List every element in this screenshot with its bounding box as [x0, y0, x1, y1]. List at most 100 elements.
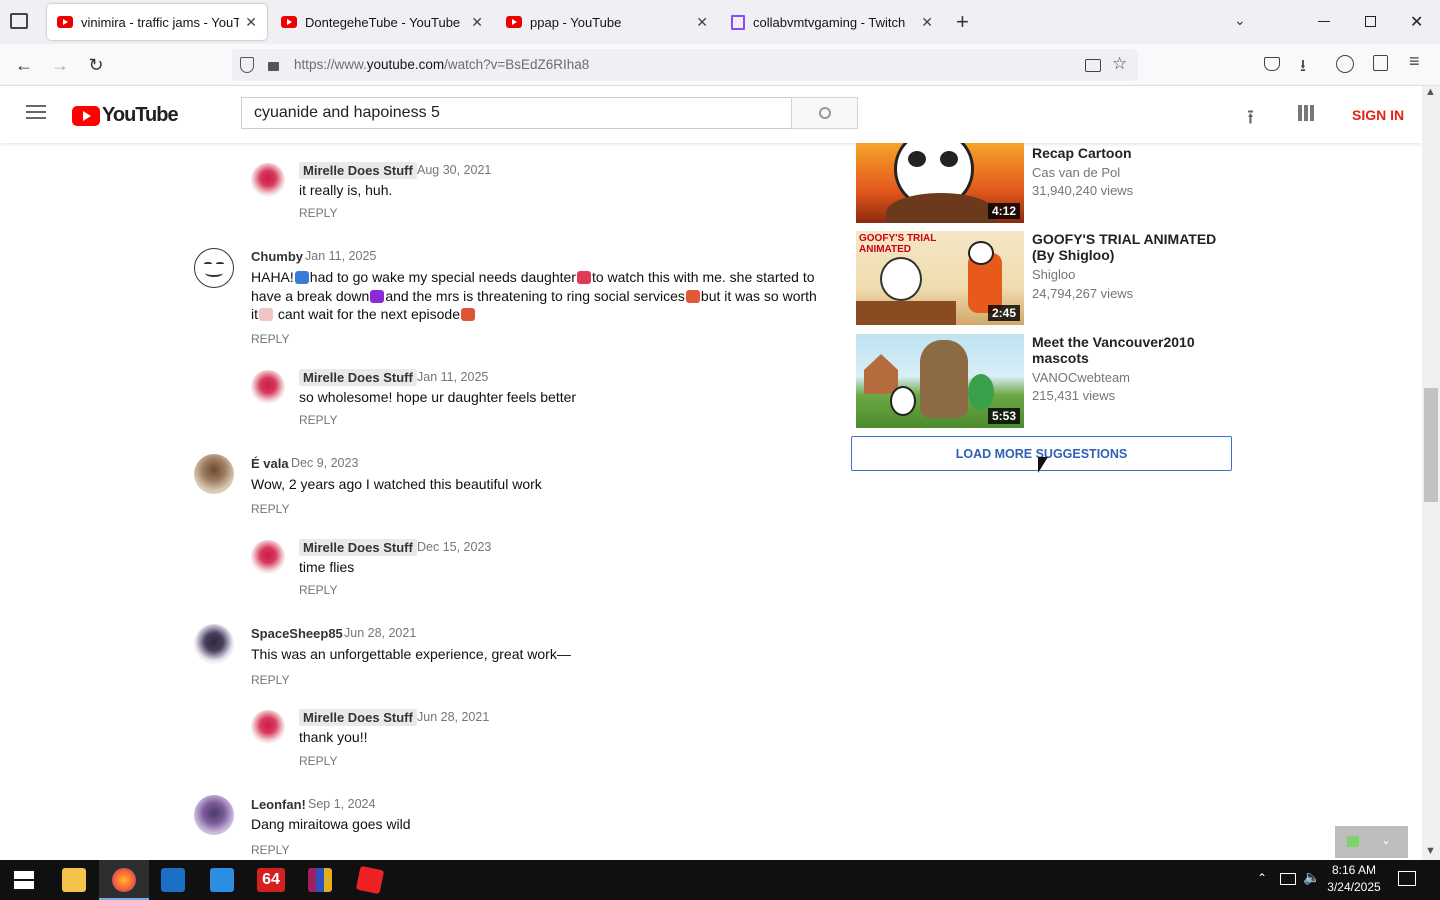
hamburger-menu-icon[interactable]: [26, 105, 46, 119]
chevron-down-icon[interactable]: ⌄: [1234, 12, 1246, 29]
reload-icon[interactable]: ↻: [83, 52, 109, 78]
comment-date[interactable]: Jun 28, 2021: [417, 710, 489, 724]
system-clock[interactable]: 8:16 AM 3/24/2025: [1326, 862, 1382, 896]
comment-author[interactable]: Mirelle Does Stuff: [299, 162, 417, 179]
navigation-bar: ← → ↻ https://www.youtube.com/watch?v=Bs…: [0, 44, 1440, 86]
download-icon[interactable]: ⭳: [1300, 53, 1306, 82]
waves-app-icon[interactable]: [210, 868, 234, 892]
comment-author[interactable]: SpaceSheep85: [251, 626, 343, 641]
notifications-icon[interactable]: [1398, 871, 1416, 886]
avatar[interactable]: [251, 710, 285, 744]
reply-button[interactable]: REPLY: [251, 843, 289, 857]
tab-twitch[interactable]: collabvmtvgaming - Twitch ✕: [721, 4, 943, 40]
tab-dontegehetube[interactable]: DontegeheTube - YouTube ✕: [271, 4, 493, 40]
picture-in-picture-icon[interactable]: [1085, 59, 1101, 72]
comment-date[interactable]: Jan 11, 2025: [417, 370, 488, 384]
reply-button[interactable]: REPLY: [251, 673, 289, 687]
search-input[interactable]: [241, 97, 792, 129]
tab-list-icon[interactable]: [10, 13, 28, 29]
comment-author[interactable]: Leonfan!: [251, 797, 306, 812]
channel-name[interactable]: Shigloo: [1032, 267, 1075, 282]
comment-date[interactable]: Aug 30, 2021: [417, 163, 491, 177]
winrar-icon[interactable]: [308, 868, 332, 892]
avatar[interactable]: [194, 624, 234, 664]
volume-icon[interactable]: 🔈: [1303, 869, 1320, 886]
avatar[interactable]: [251, 540, 285, 574]
close-tab-icon[interactable]: ✕: [921, 14, 933, 31]
lock-icon[interactable]: [268, 62, 279, 71]
minimize-icon[interactable]: [1318, 21, 1330, 22]
shield-icon[interactable]: [240, 57, 254, 73]
roblox-icon[interactable]: [355, 865, 385, 895]
file-explorer-icon[interactable]: [62, 868, 86, 892]
new-tab-icon[interactable]: +: [956, 9, 969, 35]
video-title[interactable]: Recap Cartoon: [1032, 145, 1232, 161]
search-button[interactable]: [791, 97, 858, 129]
network-icon[interactable]: [1280, 873, 1296, 885]
comment-text: This was an unforgettable experience, gr…: [251, 646, 571, 662]
comment-date[interactable]: Jan 11, 2025: [305, 249, 376, 263]
pocket-icon[interactable]: [1264, 57, 1280, 71]
sign-in-button[interactable]: SIGN IN: [1352, 107, 1404, 123]
comment-author[interactable]: Mirelle Does Stuff: [299, 709, 417, 726]
forward-icon[interactable]: →: [47, 52, 73, 78]
video-thumbnail[interactable]: 4:12: [856, 143, 1024, 223]
comment-author[interactable]: Mirelle Does Stuff: [299, 539, 417, 556]
menu-icon[interactable]: ≡: [1409, 51, 1420, 72]
close-tab-icon[interactable]: ✕: [696, 14, 708, 31]
reply-button[interactable]: REPLY: [299, 754, 337, 768]
emoji-icon: [294, 271, 309, 284]
video-title[interactable]: Meet the Vancouver2010 mascots: [1032, 334, 1232, 366]
reply-button[interactable]: REPLY: [251, 502, 289, 516]
video-thumbnail[interactable]: 5:53: [856, 334, 1024, 428]
avatar[interactable]: [251, 370, 285, 404]
comment-author[interactable]: Chumby: [251, 249, 303, 264]
comment-author[interactable]: É vala: [251, 456, 289, 471]
avatar[interactable]: [251, 163, 285, 197]
reply-button[interactable]: REPLY: [299, 206, 337, 220]
app-64-icon[interactable]: 64: [257, 868, 285, 892]
tray-chevron-up-icon[interactable]: ⌃: [1257, 871, 1267, 885]
outlook-icon[interactable]: [161, 868, 185, 892]
floating-widget[interactable]: ⌄: [1335, 826, 1408, 858]
reply-button[interactable]: REPLY: [299, 413, 337, 427]
scroll-down-icon[interactable]: ▼: [1425, 845, 1436, 857]
video-title[interactable]: GOOFY'S TRIAL ANIMATED (By Shigloo): [1032, 231, 1232, 263]
apps-grid-icon[interactable]: [1298, 105, 1314, 121]
bookmark-star-icon[interactable]: ☆: [1112, 54, 1127, 74]
start-icon[interactable]: [14, 871, 34, 889]
clock-date: 3/24/2025: [1327, 880, 1381, 894]
extensions-icon[interactable]: [1373, 55, 1388, 71]
comment-text: time flies: [299, 559, 355, 575]
avatar[interactable]: [194, 454, 234, 494]
channel-name[interactable]: VANOCwebteam: [1032, 370, 1130, 385]
tab-title: DontegeheTube - YouTube: [305, 14, 461, 30]
video-thumbnail[interactable]: GOOFY'S TRIAL ANIMATED 2:45: [856, 231, 1024, 325]
reply-button[interactable]: REPLY: [251, 332, 289, 346]
comment-date[interactable]: Sep 1, 2024: [308, 797, 375, 811]
restore-icon[interactable]: [1365, 16, 1376, 27]
comment-date[interactable]: Dec 15, 2023: [417, 540, 491, 554]
account-icon[interactable]: [1336, 55, 1354, 73]
tab-ppap[interactable]: ppap - YouTube ✕: [496, 4, 718, 40]
comment-date[interactable]: Jun 28, 2021: [344, 626, 416, 640]
close-tab-icon[interactable]: ✕: [471, 14, 483, 31]
reply-button[interactable]: REPLY: [299, 583, 337, 597]
tab-title: vinimira - traffic jams - YouTube: [81, 14, 240, 30]
close-window-icon[interactable]: ✕: [1410, 12, 1423, 32]
scroll-up-icon[interactable]: ▲: [1425, 86, 1436, 98]
address-bar[interactable]: https://www.youtube.com/watch?v=BsEdZ6RI…: [232, 49, 1138, 81]
avatar[interactable]: [194, 248, 234, 288]
comment-author[interactable]: Mirelle Does Stuff: [299, 369, 417, 386]
youtube-logo[interactable]: YouTube: [72, 104, 179, 127]
comment-date[interactable]: Dec 9, 2023: [291, 456, 358, 470]
channel-name[interactable]: Cas van de Pol: [1032, 165, 1120, 180]
scrollbar-thumb[interactable]: [1424, 388, 1438, 502]
upload-icon[interactable]: ⭱: [1247, 103, 1254, 137]
back-icon[interactable]: ←: [11, 52, 37, 78]
avatar[interactable]: [194, 795, 234, 835]
firefox-icon[interactable]: [112, 868, 136, 892]
youtube-play-icon: [72, 105, 100, 126]
close-tab-icon[interactable]: ✕: [245, 14, 257, 31]
tab-vinimira[interactable]: vinimira - traffic jams - YouTube ✕: [47, 4, 267, 40]
